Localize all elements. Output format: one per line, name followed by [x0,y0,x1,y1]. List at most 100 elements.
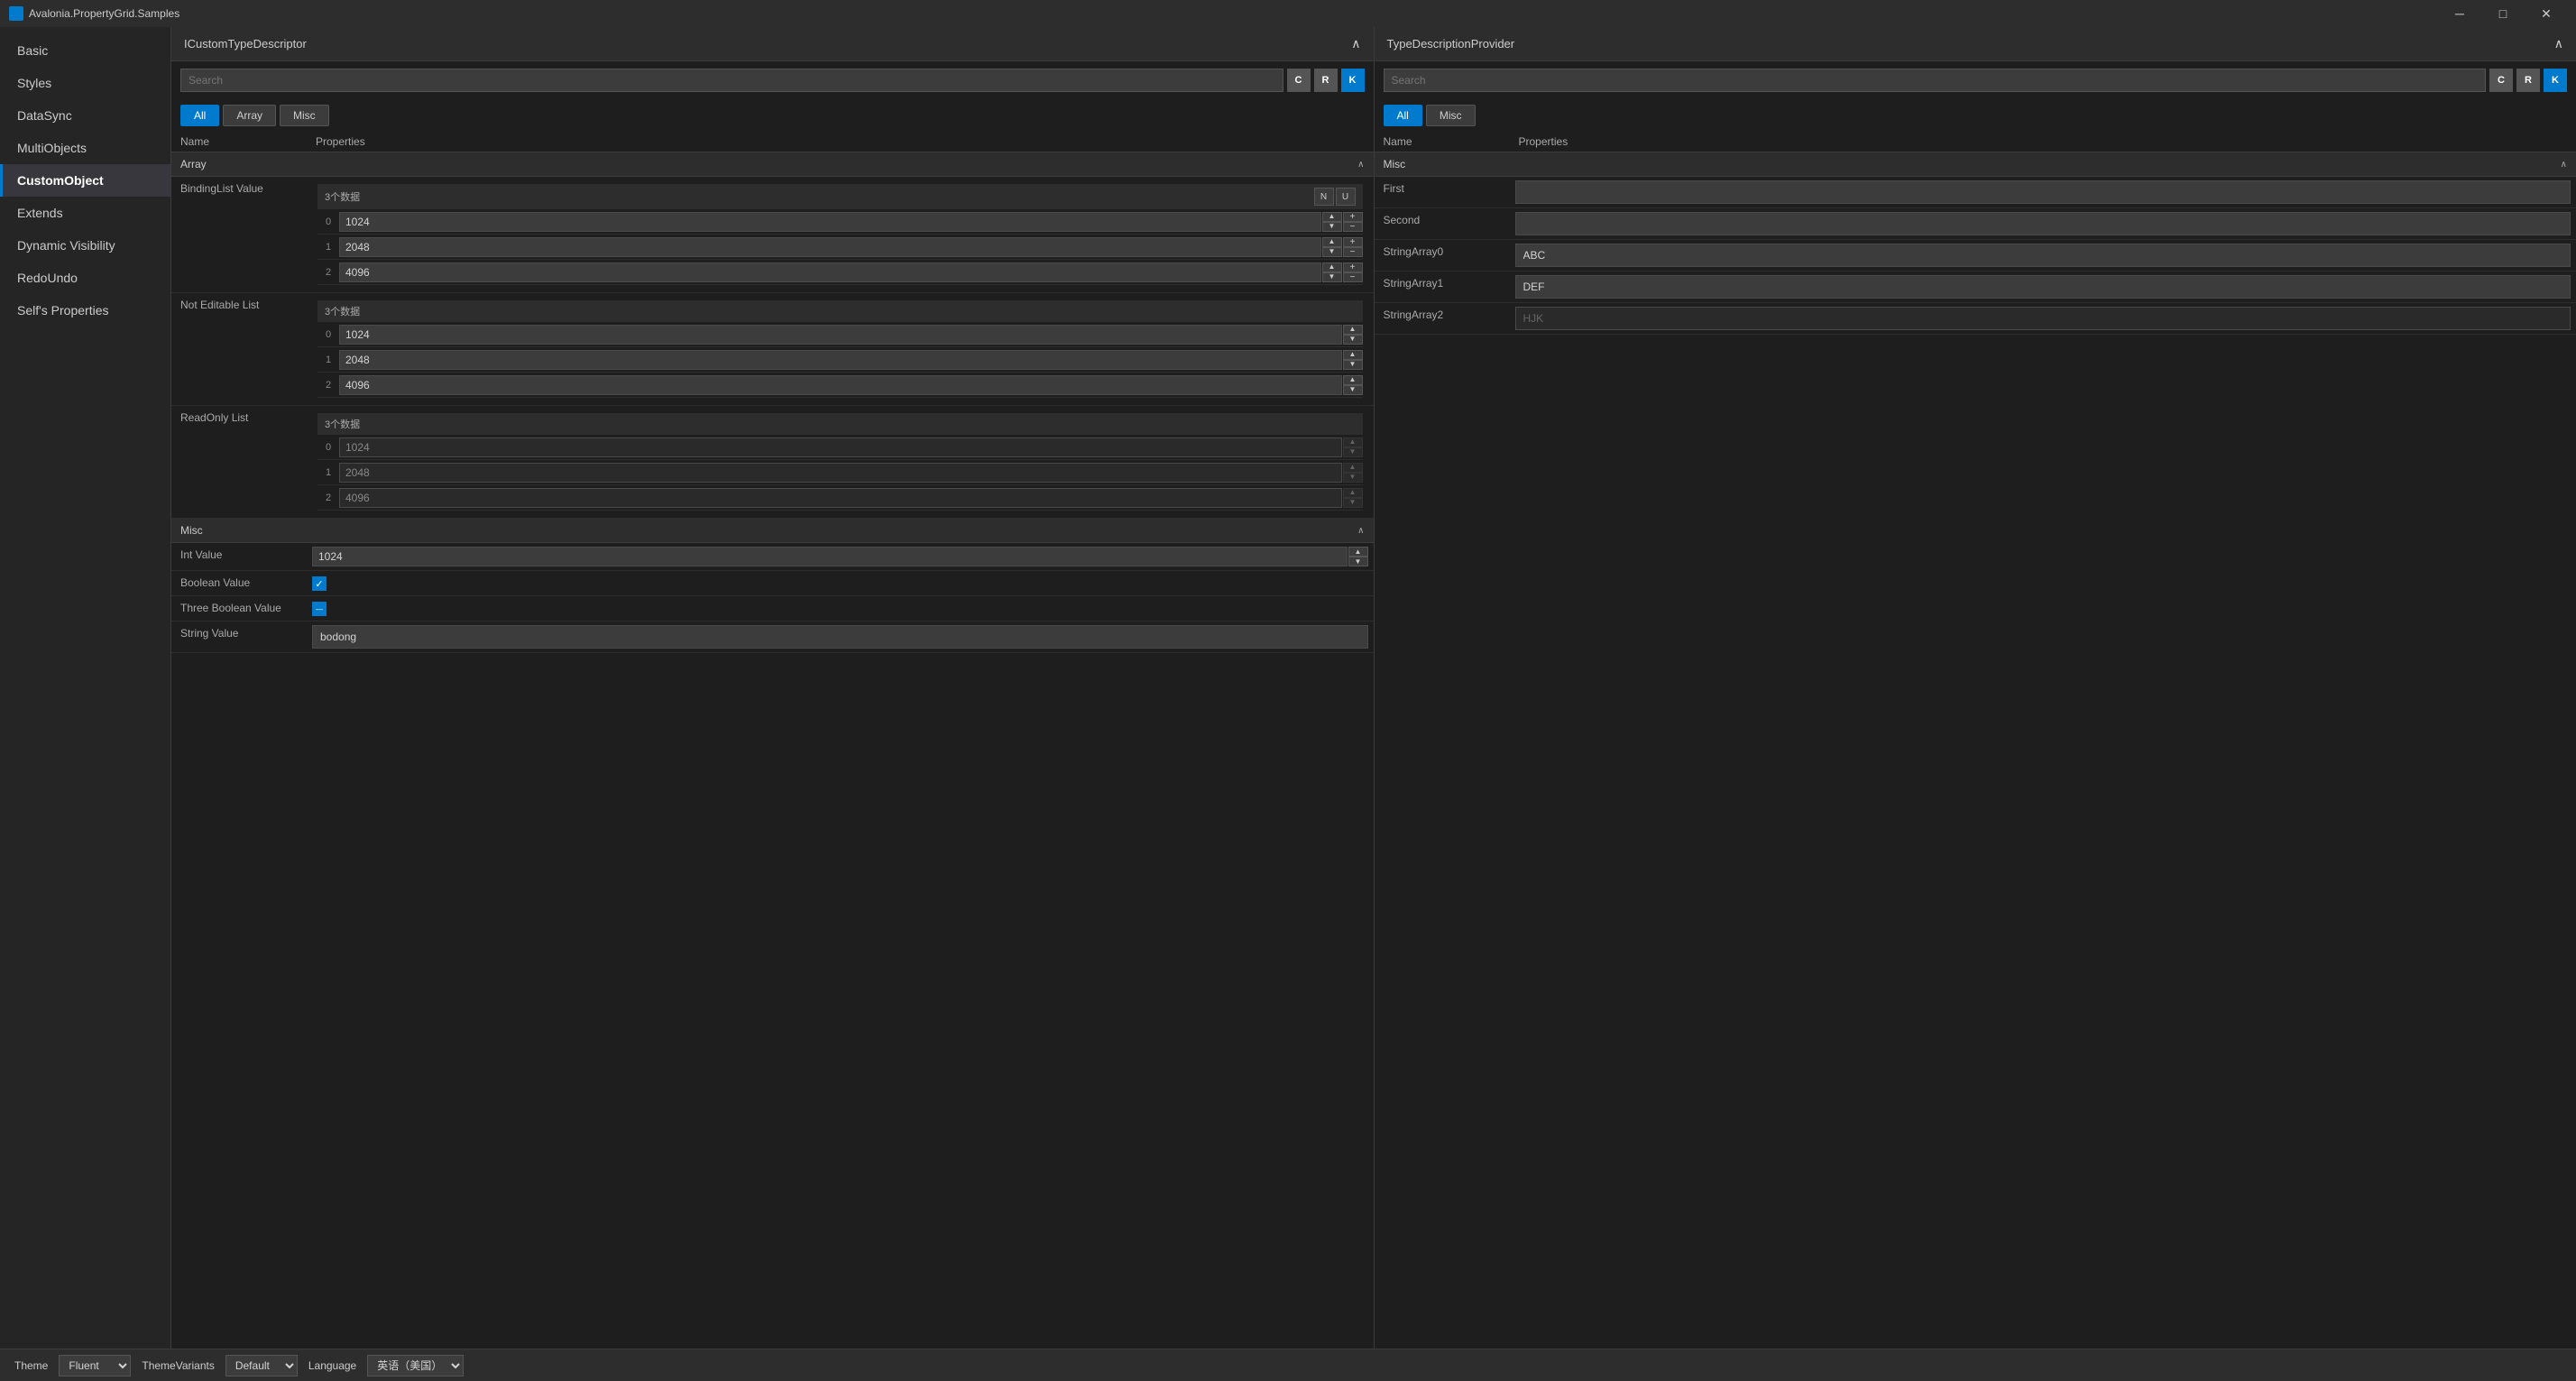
bindinglist-addsub-0: + − [1343,212,1363,232]
noteditable-down-0[interactable]: ▼ [1343,335,1363,345]
noteditable-input-0[interactable] [339,325,1342,345]
readonly-arrows-2: ▲ ▼ [1343,488,1363,508]
prop-value-threebool [307,596,1374,620]
right-search-input[interactable] [1384,69,2487,92]
bindinglist-down-1[interactable]: ▼ [1322,247,1342,257]
sidebar-item-multiobjects[interactable]: MultiObjects [0,132,170,164]
right-tab-misc[interactable]: Misc [1426,105,1476,126]
theme-select[interactable]: Fluent Simple [59,1355,131,1376]
sidebar: Basic Styles DataSync MultiObjects Custo… [0,27,171,1349]
sidebar-item-basic[interactable]: Basic [0,34,170,67]
prop-row-bindinglist: BindingList Value 3个数据 N U 0 [171,177,1374,293]
left-search-c-button[interactable]: C [1287,69,1311,92]
intvalue-up[interactable]: ▲ [1348,547,1368,557]
right-prop-name-second: Second [1375,208,1510,232]
prop-value-boolvalue [307,571,1374,594]
right-tab-all[interactable]: All [1384,105,1422,126]
bindinglist-input-1[interactable] [339,237,1321,257]
sidebar-item-dynamic-visibility[interactable]: Dynamic Visibility [0,229,170,262]
left-tab-all[interactable]: All [180,105,219,126]
bindinglist-arrows-1: ▲ ▼ [1322,237,1342,257]
readonly-num-list: 3个数据 0 ▲ ▼ 1 [312,410,1368,514]
right-search-c-button[interactable]: C [2489,69,2513,92]
noteditable-up-1[interactable]: ▲ [1343,350,1363,360]
second-input[interactable] [1515,212,2571,235]
sidebar-item-styles[interactable]: Styles [0,67,170,99]
noteditable-down-2[interactable]: ▼ [1343,385,1363,395]
prop-name-stringvalue: String Value [171,621,307,645]
left-props-scroll[interactable]: Array ∧ BindingList Value 3个数据 N U [171,152,1374,1349]
stringvalue-input[interactable] [312,625,1368,649]
language-select[interactable]: 英语（美国） 中文 日本語 [367,1355,464,1376]
bindinglist-plus-1[interactable]: + [1343,237,1363,247]
language-label: Language [308,1359,356,1372]
noteditable-up-0[interactable]: ▲ [1343,325,1363,335]
right-section-misc-header[interactable]: Misc ∧ [1375,152,2576,177]
bindinglist-down-2[interactable]: ▼ [1322,272,1342,282]
right-search-r-button[interactable]: R [2516,69,2540,92]
prop-name-intvalue: Int Value [171,543,307,566]
right-col-properties: Properties [1519,135,2568,148]
readonly-down-0: ▼ [1343,447,1363,457]
left-search-k-button[interactable]: K [1341,69,1365,92]
left-section-array-header[interactable]: Array ∧ [171,152,1374,177]
sidebar-item-redoundo[interactable]: RedoUndo [0,262,170,294]
maximize-button[interactable]: □ [2482,0,2524,27]
bindinglist-plus-2[interactable]: + [1343,262,1363,272]
prop-name-threebool: Three Boolean Value [171,596,307,620]
left-tab-misc[interactable]: Misc [280,105,329,126]
right-filter-tabs: All Misc [1375,99,2576,132]
prop-value-readonly: 3个数据 0 ▲ ▼ 1 [307,406,1374,518]
bindinglist-u-button[interactable]: U [1336,188,1356,206]
bindinglist-addsub-1: + − [1343,237,1363,257]
right-prop-row-strarray2: StringArray2 [1375,303,2576,335]
right-prop-name-strarray1: StringArray1 [1375,272,1510,295]
first-input[interactable] [1515,180,2571,204]
noteditable-input-2[interactable] [339,375,1342,395]
right-prop-row-first: First [1375,177,2576,208]
bindinglist-minus-0[interactable]: − [1343,222,1363,232]
boolvalue-checkbox[interactable] [312,576,327,591]
sidebar-item-customobject[interactable]: CustomObject [0,164,170,197]
strarray0-input[interactable] [1515,244,2571,267]
right-search-k-button[interactable]: K [2544,69,2567,92]
noteditable-down-1[interactable]: ▼ [1343,360,1363,370]
sidebar-item-selfs-properties[interactable]: Self's Properties [0,294,170,327]
right-props-scroll[interactable]: Misc ∧ First Second [1375,152,2576,1349]
bindinglist-plus-0[interactable]: + [1343,212,1363,222]
left-panel: ICustomTypeDescriptor ∧ C R K All Array … [171,27,1375,1349]
intvalue-down[interactable]: ▼ [1348,557,1368,566]
threebool-checkbox[interactable] [312,602,327,616]
bindinglist-input-0[interactable] [339,212,1321,232]
intvalue-input[interactable] [312,547,1348,566]
bindinglist-up-2[interactable]: ▲ [1322,262,1342,272]
bindinglist-minus-1[interactable]: − [1343,247,1363,257]
left-search-input[interactable] [180,69,1283,92]
noteditable-up-2[interactable]: ▲ [1343,375,1363,385]
bindinglist-down-0[interactable]: ▼ [1322,222,1342,232]
bindinglist-up-1[interactable]: ▲ [1322,237,1342,247]
prop-name-readonly: ReadOnly List [171,406,307,429]
left-section-misc-header[interactable]: Misc ∧ [171,519,1374,543]
right-prop-row-strarray1: StringArray1 [1375,272,2576,303]
left-search-r-button[interactable]: R [1314,69,1338,92]
right-search-bar: C R K [1375,61,2576,99]
left-panel-collapse-button[interactable]: ∧ [1351,36,1360,51]
left-tab-array[interactable]: Array [223,105,276,126]
strarray1-input[interactable] [1515,275,2571,299]
readonly-row-0: 0 ▲ ▼ [317,435,1363,460]
right-panel-collapse-button[interactable]: ∧ [2554,36,2563,51]
sidebar-item-extends[interactable]: Extends [0,197,170,229]
left-section-misc-title: Misc [180,524,203,537]
noteditable-input-1[interactable] [339,350,1342,370]
bindinglist-up-0[interactable]: ▲ [1322,212,1342,222]
sidebar-item-datasync[interactable]: DataSync [0,99,170,132]
close-button[interactable]: ✕ [2525,0,2567,27]
right-prop-name-strarray0: StringArray0 [1375,240,1510,263]
minimize-button[interactable]: ─ [2439,0,2480,27]
bindinglist-n-button[interactable]: N [1314,188,1334,206]
bindinglist-input-2[interactable] [339,262,1321,282]
theme-variants-select[interactable]: Default Light Dark [225,1355,298,1376]
bindinglist-minus-2[interactable]: − [1343,272,1363,282]
right-prop-value-strarray1 [1510,272,2576,302]
